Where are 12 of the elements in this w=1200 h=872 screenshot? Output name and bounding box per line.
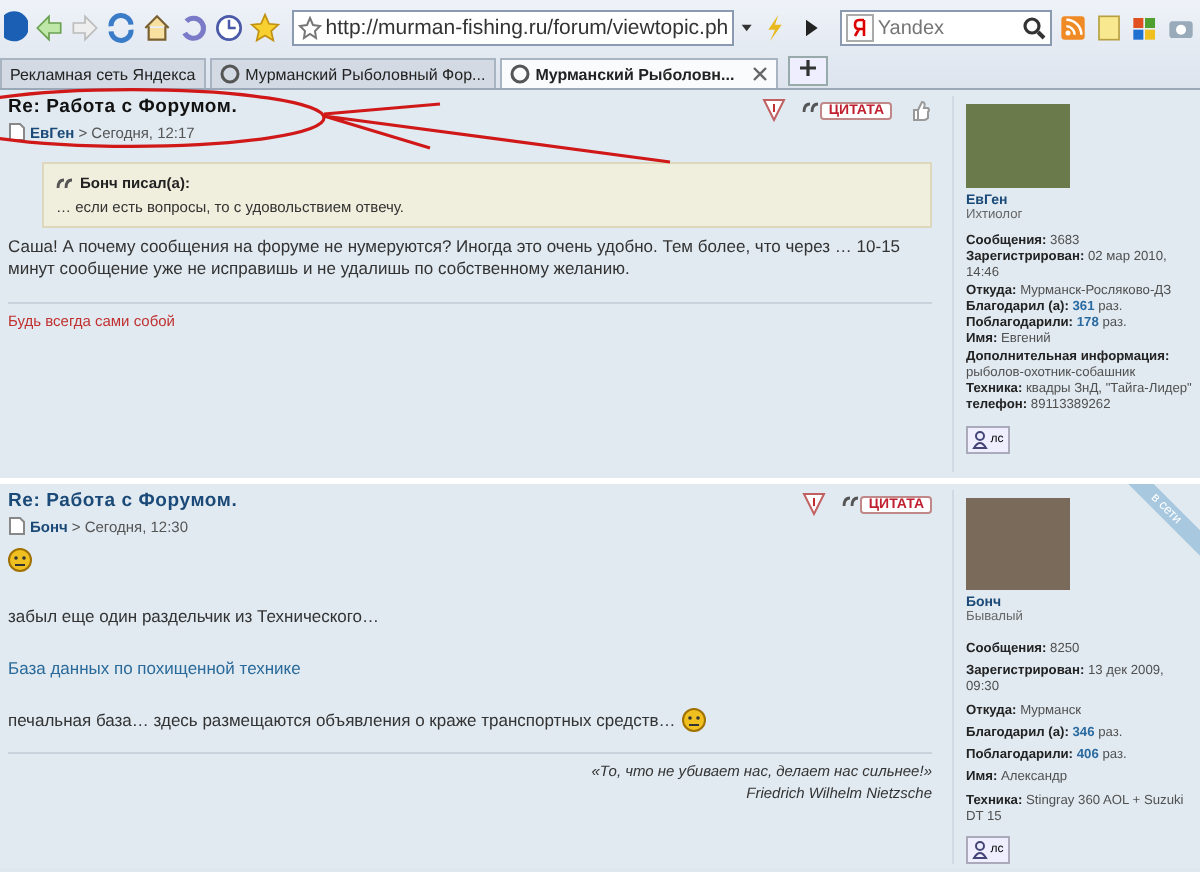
post-title[interactable]: Re: Работа с Форумом.: [8, 96, 238, 118]
search-field[interactable]: Yandex: [839, 10, 1052, 46]
post-link[interactable]: База данных по похищенной технике: [8, 657, 301, 678]
post-text: забыл еще один раздельчик из Технического…: [8, 606, 382, 630]
browser-tab[interactable]: Мурманский Рыболовный Фор...: [209, 58, 496, 88]
browser-tab[interactable]: Рекламная сеть Яндекса: [0, 58, 206, 88]
browser-tab[interactable]: Мурманский Рыболовн...: [499, 58, 779, 88]
url-text: http://murman-fishing.ru/forum/viewtopic.ph: [325, 16, 729, 40]
post-text: печальная база… здесь размещаются объявления о краже транспортных средств…: [8, 709, 676, 733]
post-title[interactable]: Re: Работа с Форумом.: [8, 490, 238, 512]
post-text: Саша! А почему сообщения на форуме не нумеруются? Иногда это очень удобно. Тем более, что через … 10-15 минут сообщение уже не исправишь и не удалишь по собственному желанию.: [8, 236, 903, 282]
address-field[interactable]: http://murman-fishing.ru/forum/viewtopic.ph: [291, 10, 735, 46]
